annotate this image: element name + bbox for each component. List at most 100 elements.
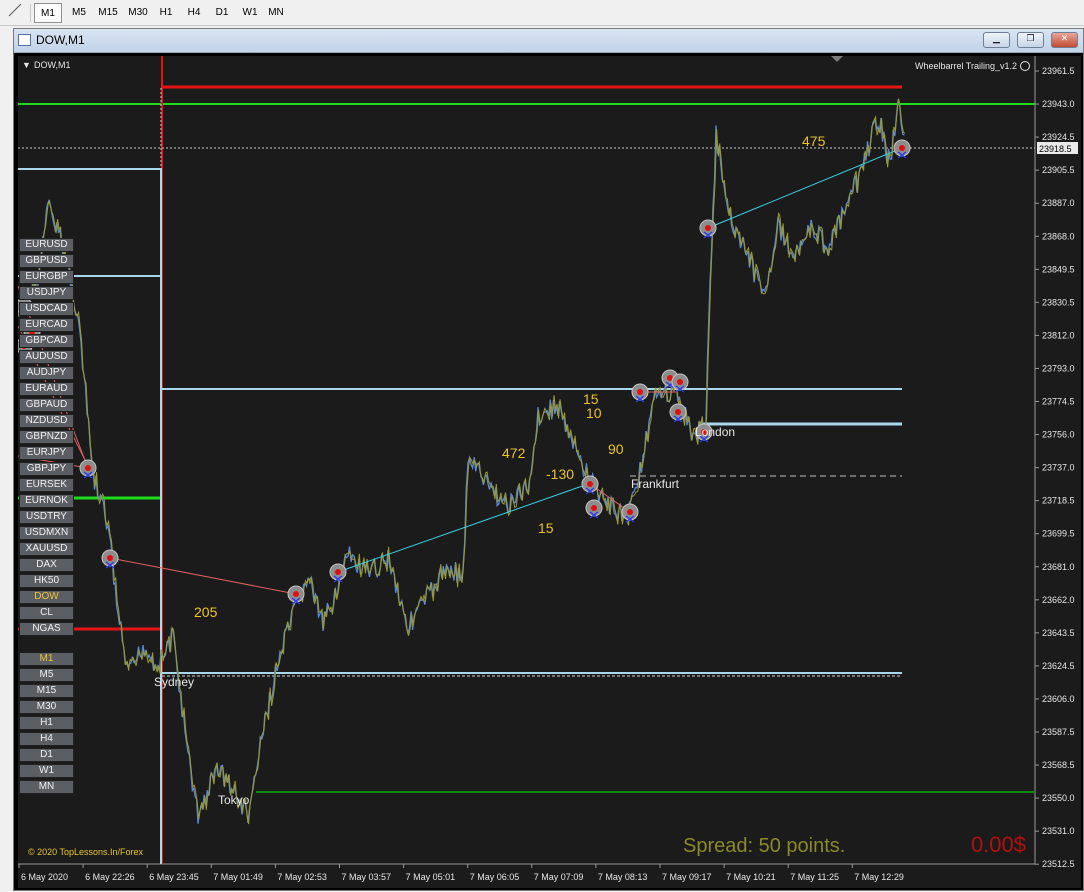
chart-symbol-label: DOW,M1 bbox=[34, 60, 71, 70]
toolbar-tf-h4[interactable]: H4 bbox=[182, 3, 206, 23]
price-chart[interactable]: 23961.5 23943.0 23924.5 23905.5 23887.0 23868… bbox=[15, 56, 1081, 888]
trade-marker-dot bbox=[899, 145, 905, 151]
session-label-tokyo: Tokyo bbox=[218, 793, 250, 807]
price-tick-label: 23774.5 bbox=[1042, 397, 1075, 407]
time-tick-label: 7 May 08:13 bbox=[598, 872, 648, 882]
chart-shift-icon[interactable] bbox=[831, 56, 843, 62]
symbol-button-gbpaud[interactable]: GBPAUD bbox=[19, 398, 74, 412]
copyright-label: © 2020 TopLessons.In/Forex bbox=[28, 847, 144, 857]
symbol-button-dow[interactable]: DOW bbox=[19, 590, 74, 604]
time-tick-label: 6 May 22:26 bbox=[85, 872, 135, 882]
trade-line bbox=[109, 557, 297, 595]
time-tick-label: 7 May 06:05 bbox=[470, 872, 520, 882]
trade-label: 10 bbox=[586, 405, 602, 421]
toolbar-tf-m5[interactable]: M5 bbox=[66, 3, 92, 23]
spread-label: Spread: 50 points. bbox=[683, 835, 845, 857]
timeframe-button-d1[interactable]: D1 bbox=[19, 748, 74, 762]
time-tick-label: 7 May 03:57 bbox=[342, 872, 392, 882]
current-price-text: 23918.5 bbox=[1039, 144, 1072, 154]
symbol-button-gbpusd[interactable]: GBPUSD bbox=[19, 254, 74, 268]
symbol-button-gbpcad[interactable]: GBPCAD bbox=[19, 334, 74, 348]
toolbar-tf-w1[interactable]: W1 bbox=[238, 3, 262, 23]
price-tick-label: 23568.5 bbox=[1042, 760, 1075, 770]
symbol-button-eurusd[interactable]: EURUSD bbox=[19, 238, 74, 252]
price-tick-label: 23643.5 bbox=[1042, 628, 1075, 638]
timeframe-button-mn[interactable]: MN bbox=[19, 780, 74, 794]
symbol-button-nzdusd[interactable]: NZDUSD bbox=[19, 414, 74, 428]
restore-button[interactable]: ❐ bbox=[1017, 32, 1044, 48]
timeframe-button-m30[interactable]: M30 bbox=[19, 700, 74, 714]
time-tick-label: 7 May 02:53 bbox=[277, 872, 327, 882]
window-title: DOW,M1 bbox=[36, 33, 85, 47]
symbol-button-usdjpy[interactable]: USDJPY bbox=[19, 286, 74, 300]
price-tick-label: 23512.5 bbox=[1042, 859, 1075, 869]
toolbar-tf-m1[interactable]: M1 bbox=[34, 3, 62, 23]
price-tick-label: 23905.5 bbox=[1042, 165, 1075, 175]
symbol-button-gbpjpy[interactable]: GBPJPY bbox=[19, 462, 74, 476]
symbol-button-gbpnzd[interactable]: GBPNZD bbox=[19, 430, 74, 444]
price-tick-label: 23681.0 bbox=[1042, 562, 1075, 572]
minimize-icon: ▁ bbox=[993, 34, 1000, 44]
time-tick-label: 7 May 12:29 bbox=[854, 872, 904, 882]
time-tick-label: 6 May 23:45 bbox=[149, 872, 199, 882]
price-tick-label: 23624.5 bbox=[1042, 661, 1075, 671]
toolbar-tf-m30[interactable]: M30 bbox=[124, 3, 152, 23]
timeframe-button-w1[interactable]: W1 bbox=[19, 764, 74, 778]
trade-marker-dot bbox=[107, 555, 113, 561]
price-tick-label: 23961.5 bbox=[1042, 66, 1075, 76]
symbol-button-eurcad[interactable]: EURCAD bbox=[19, 318, 74, 332]
trade-label: 15 bbox=[538, 520, 554, 536]
toolbar-tf-mn[interactable]: MN bbox=[264, 3, 288, 23]
price-tick-label: 23699.5 bbox=[1042, 529, 1075, 539]
session-label-sydney: Sydney bbox=[154, 675, 194, 689]
symbol-button-hk50[interactable]: HK50 bbox=[19, 574, 74, 588]
trade-marker-dot bbox=[587, 481, 593, 487]
smiley-icon bbox=[1020, 61, 1030, 71]
symbol-button-eurgbp[interactable]: EURGBP bbox=[19, 270, 74, 284]
trade-markers bbox=[15, 139, 911, 605]
symbol-button-usdtry[interactable]: USDTRY bbox=[19, 510, 74, 524]
toolbar-tf-h1[interactable]: H1 bbox=[154, 3, 178, 23]
symbol-button-cl[interactable]: CL bbox=[19, 606, 74, 620]
toolbar-tf-m15[interactable]: M15 bbox=[94, 3, 122, 23]
symbol-button-eurjpy[interactable]: EURJPY bbox=[19, 446, 74, 460]
profit-label: 0.00$ bbox=[971, 832, 1026, 857]
symbol-button-euraud[interactable]: EURAUD bbox=[19, 382, 74, 396]
symbol-button-audusd[interactable]: AUDUSD bbox=[19, 350, 74, 364]
minimize-button[interactable]: ▁ bbox=[983, 32, 1010, 48]
symbol-button-xauusd[interactable]: XAUUSD bbox=[19, 542, 74, 556]
symbol-button-audjpy[interactable]: AUDJPY bbox=[19, 366, 74, 380]
time-tick-label: 7 May 11:25 bbox=[790, 872, 839, 882]
symbol-button-usdcad[interactable]: USDCAD bbox=[19, 302, 74, 316]
symbol-button-ngas[interactable]: NGAS bbox=[19, 622, 74, 636]
price-tick-label: 23550.0 bbox=[1042, 793, 1075, 803]
trade-marker-dot bbox=[705, 225, 711, 231]
chart-canvas[interactable]: 23961.5 23943.0 23924.5 23905.5 23887.0 23868… bbox=[15, 56, 1081, 888]
symbol-button-dax[interactable]: DAX bbox=[19, 558, 74, 572]
session-label-frankfurt: Frankfurt bbox=[631, 477, 680, 491]
window-titlebar[interactable]: DOW,M1 ▁ ❐ ✕ bbox=[14, 29, 1083, 53]
symbol-button-usdmxn[interactable]: USDMXN bbox=[19, 526, 74, 540]
price-tick-label: 23718.5 bbox=[1042, 496, 1075, 506]
close-button[interactable]: ✕ bbox=[1051, 32, 1078, 48]
chart-window: DOW,M1 ▁ ❐ ✕ 23961.5 23943.0 23924.5 23905.… bbox=[13, 28, 1084, 891]
trade-marker-dot bbox=[591, 505, 597, 511]
symbol-button-eursek[interactable]: EURSEK bbox=[19, 478, 74, 492]
draw-line-icon[interactable] bbox=[6, 3, 24, 23]
price-tick-label: 23587.5 bbox=[1042, 727, 1075, 737]
timeframe-button-m1[interactable]: M1 bbox=[19, 652, 74, 666]
timeframe-button-m5[interactable]: M5 bbox=[19, 668, 74, 682]
timeframe-button-h1[interactable]: H1 bbox=[19, 716, 74, 730]
timeframe-button-h4[interactable]: H4 bbox=[19, 732, 74, 746]
trade-label: -130 bbox=[546, 466, 574, 482]
price-tick-label: 23943.0 bbox=[1042, 99, 1075, 109]
symbol-button-eurnok[interactable]: EURNOK bbox=[19, 494, 74, 508]
trade-label: 475 bbox=[802, 133, 826, 149]
close-icon: ✕ bbox=[1060, 34, 1069, 44]
timeframe-button-m15[interactable]: M15 bbox=[19, 684, 74, 698]
price-tick-label: 23830.5 bbox=[1042, 297, 1075, 307]
price-tick-label: 23793.0 bbox=[1042, 363, 1075, 373]
trade-marker-dot bbox=[675, 409, 681, 415]
chart-menu-icon[interactable]: ▼ bbox=[22, 60, 31, 70]
toolbar-tf-d1[interactable]: D1 bbox=[210, 3, 234, 23]
